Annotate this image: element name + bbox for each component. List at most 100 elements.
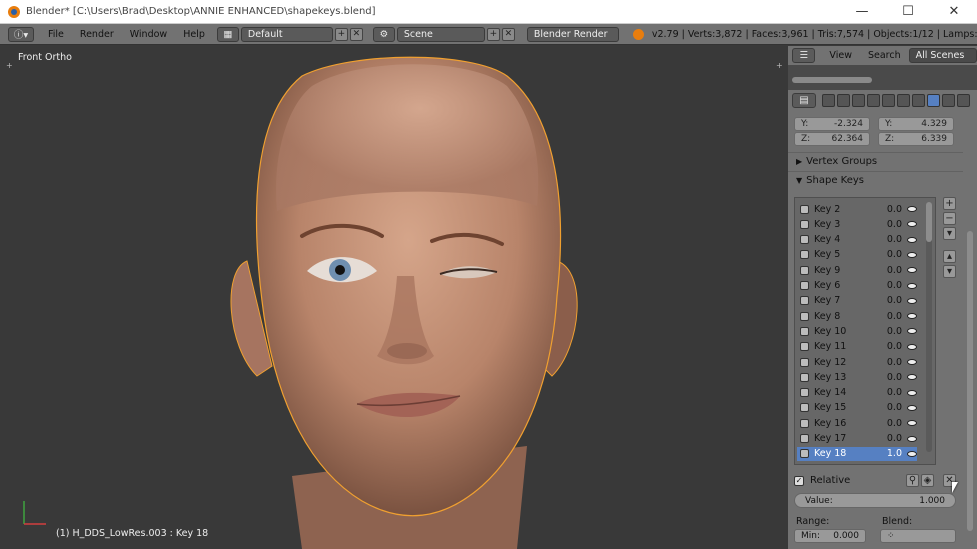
relative-checkbox[interactable]: ✓ [794, 475, 804, 486]
maximize-button[interactable]: ☐ [885, 0, 931, 24]
remove-layout-icon[interactable]: ✕ [349, 27, 363, 41]
shape-key-row[interactable]: Key 3 0.0 [797, 217, 917, 231]
outliner-filter-select[interactable]: All Scenes [908, 48, 977, 63]
shape-key-row[interactable]: Key 6 0.0 [797, 279, 917, 293]
modifiers-tab-icon[interactable] [912, 94, 925, 107]
area-split-corner-icon[interactable]: + [776, 62, 783, 70]
shape-key-value[interactable]: 0.0 [880, 280, 902, 291]
shape-key-value[interactable]: 0.0 [880, 372, 902, 383]
move-down-button[interactable]: ▾ [943, 265, 956, 278]
shape-key-value[interactable]: 0.0 [880, 326, 902, 337]
eye-icon[interactable] [907, 389, 917, 396]
menu-render[interactable]: Render [72, 29, 122, 40]
scene-field[interactable]: Scene [396, 26, 485, 42]
shape-value-slider[interactable]: Value: 1.000 [794, 493, 956, 508]
outliner-scrollbar[interactable] [792, 77, 872, 83]
eye-icon[interactable] [907, 236, 917, 243]
eye-icon[interactable] [907, 420, 917, 427]
eye-icon[interactable] [907, 267, 917, 274]
shape-key-row[interactable]: Key 17 0.0 [797, 432, 917, 446]
shape-key-value[interactable]: 0.0 [880, 357, 902, 368]
add-shape-key-button[interactable]: + [943, 197, 956, 210]
shape-key-value[interactable]: 0.0 [880, 402, 902, 413]
dimension-y-field[interactable]: Y: 4.329 [878, 117, 954, 131]
shape-key-row[interactable]: Key 18 1.0 [797, 446, 917, 461]
eye-icon[interactable] [907, 343, 917, 350]
eye-icon[interactable] [907, 328, 917, 335]
shape-key-row[interactable]: Key 2 0.0 [797, 202, 917, 216]
shape-key-value[interactable]: 0.0 [880, 341, 902, 352]
screen-layout-field[interactable]: Default [240, 26, 333, 42]
shape-key-specials-button[interactable]: ▾ [943, 227, 956, 240]
outliner-editor-icon[interactable]: ☰ [792, 48, 816, 63]
render-engine-select[interactable]: Blender Render [526, 26, 619, 42]
shape-key-row[interactable]: Key 7 0.0 [797, 294, 917, 308]
eye-icon[interactable] [907, 374, 917, 381]
minimize-button[interactable]: — [839, 0, 885, 24]
shape-keys-panel-header[interactable]: ▼ Shape Keys [788, 171, 963, 189]
range-min-field[interactable]: Min: 0.000 [794, 529, 866, 543]
shape-key-value[interactable]: 0.0 [880, 387, 902, 398]
material-tab-icon[interactable] [942, 94, 955, 107]
mesh-data-tab-icon[interactable] [927, 94, 940, 107]
outliner-search-menu[interactable]: Search [860, 50, 909, 61]
shape-key-row[interactable]: Key 15 0.0 [797, 401, 917, 415]
texture-tab-icon[interactable] [957, 94, 970, 107]
shape-key-row[interactable]: Key 5 0.0 [797, 248, 917, 262]
move-up-button[interactable]: ▴ [943, 250, 956, 263]
shape-key-row[interactable]: Key 9 0.0 [797, 263, 917, 277]
shape-key-row[interactable]: Key 8 0.0 [797, 309, 917, 323]
eye-icon[interactable] [907, 206, 917, 212]
shape-key-row[interactable]: Key 16 0.0 [797, 416, 917, 430]
shape-key-value[interactable]: 0.0 [880, 418, 902, 429]
editor-type-info-icon[interactable]: ⓘ▾ [8, 26, 34, 42]
add-layout-icon[interactable]: + [334, 27, 348, 41]
screen-layout-icon[interactable]: ▦ [216, 26, 239, 42]
object-tab-icon[interactable] [882, 94, 895, 107]
shape-key-value[interactable]: 0.0 [880, 295, 902, 306]
remove-shape-key-button[interactable]: − [943, 212, 956, 225]
properties-scrollbar[interactable] [963, 111, 977, 549]
constraints-tab-icon[interactable] [897, 94, 910, 107]
dimension-z-field[interactable]: Z: 6.339 [878, 132, 954, 146]
shape-key-row[interactable]: Key 10 0.0 [797, 324, 917, 338]
shape-key-list[interactable]: Key 2 0.0 Key 3 0.0 Key 4 0.0 Key 5 0.0 Key 9 0.0… [794, 197, 936, 465]
eye-icon[interactable] [907, 221, 917, 228]
eye-icon[interactable] [907, 313, 917, 320]
add-scene-icon[interactable]: + [486, 27, 500, 41]
location-y-field[interactable]: Y: -2.324 [794, 117, 870, 131]
vertex-groups-panel-header[interactable]: ▶ Vertex Groups [788, 152, 963, 170]
shape-key-list-scrollbar[interactable] [926, 202, 932, 452]
scene-icon[interactable]: ⚙ [372, 26, 395, 42]
render-tab-icon[interactable] [822, 94, 835, 107]
outliner-view-menu[interactable]: View [821, 50, 860, 61]
menu-window[interactable]: Window [122, 29, 175, 40]
eye-icon[interactable] [907, 359, 917, 365]
shape-key-row[interactable]: Key 4 0.0 [797, 233, 917, 247]
outliner-tree[interactable] [788, 65, 977, 90]
shape-key-value[interactable]: 0.0 [880, 311, 902, 322]
eye-icon[interactable] [907, 450, 917, 457]
menu-file[interactable]: File [40, 29, 72, 40]
close-button[interactable]: ✕ [931, 0, 977, 24]
shape-key-row[interactable]: Key 13 0.0 [797, 370, 917, 384]
eye-icon[interactable] [907, 297, 917, 304]
area-split-corner-icon[interactable]: + [6, 62, 13, 70]
shape-key-value[interactable]: 1.0 [880, 448, 902, 459]
3d-viewport[interactable]: Front Ortho (1) H_DDS_LowRes.003 : Key 1… [2, 46, 786, 549]
eye-icon[interactable] [907, 404, 917, 411]
eye-icon[interactable] [907, 435, 917, 442]
shape-key-value[interactable]: 0.0 [880, 234, 902, 245]
shape-key-value[interactable]: 0.0 [880, 249, 902, 260]
menu-help[interactable]: Help [175, 29, 213, 40]
location-z-field[interactable]: Z: 62.364 [794, 132, 870, 146]
layers-tab-icon[interactable] [837, 94, 850, 107]
relative-checkbox-row[interactable]: ✓ Relative [794, 475, 850, 486]
scene-tab-icon[interactable] [852, 94, 865, 107]
properties-editor-icon[interactable]: ▤ [792, 93, 816, 108]
shape-key-value[interactable]: 0.0 [880, 204, 902, 215]
shape-key-value[interactable]: 0.0 [880, 265, 902, 276]
eye-icon[interactable] [907, 251, 917, 258]
world-tab-icon[interactable] [867, 94, 880, 107]
shape-key-row[interactable]: Key 12 0.0 [797, 355, 917, 369]
